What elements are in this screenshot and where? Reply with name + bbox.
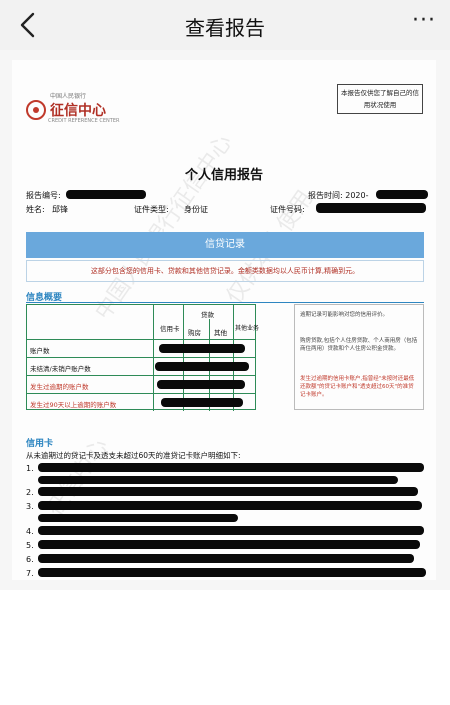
- redacted-value: [157, 380, 245, 389]
- summary-notes: 逾期记录可能影响对您的信用评价。 购房贷款,包括个人住房贷款、个人商用房（包括商…: [294, 304, 424, 410]
- list-item-number: 3.: [26, 502, 34, 511]
- table-divider: [27, 393, 255, 394]
- logo-top-text: 中国人民银行: [50, 93, 87, 100]
- redacted-id-number: [316, 203, 426, 213]
- report-title: 个人信用报告: [184, 168, 263, 183]
- navigation-bar: 查看报告 ···: [0, 0, 450, 50]
- credit-record-band: 信贷记录: [26, 232, 424, 258]
- redacted-account-line: [38, 501, 422, 510]
- table-divider: [27, 375, 255, 376]
- col-header-housing: 购房: [188, 329, 201, 337]
- bottom-blank-area: [0, 590, 450, 705]
- seal-icon: [26, 100, 46, 120]
- table-divider: [183, 305, 184, 411]
- credit-card-heading: 信用卡: [26, 439, 54, 449]
- summary-note: 购房贷款,包括个人住房贷款、个人商用房（包括商住两用）贷款和个人住房公积金贷款。: [300, 338, 418, 352]
- col-header-other-business: 其他业务: [235, 325, 260, 332]
- table-divider: [27, 339, 255, 340]
- table-divider: [233, 305, 234, 411]
- redacted-account-line: [38, 540, 420, 549]
- name-value: 邱锋: [52, 205, 68, 214]
- redacted-report-number: [66, 190, 146, 199]
- report-number-label: 报告编号:: [26, 191, 61, 200]
- list-item-number: 6.: [26, 555, 34, 564]
- list-item-number: 4.: [26, 527, 34, 536]
- credit-report-image[interactable]: 中国人民银行征信中心 仅供本人使用 征信中心 中国人民银行 征信中心 CREDI…: [12, 60, 436, 580]
- table-divider: [27, 357, 255, 358]
- id-type-label: 证件类型:: [134, 205, 169, 214]
- summary-note: 逾期记录可能影响对您的信用评价。: [300, 312, 389, 318]
- redacted-account-line: [38, 463, 424, 472]
- col-header-loan: 贷款: [201, 311, 214, 319]
- redacted-value: [155, 362, 249, 371]
- summary-row-label: 账户数: [30, 347, 50, 355]
- summary-row-label: 未结清/未销户账户数: [30, 365, 91, 373]
- summary-divider: [26, 302, 424, 303]
- list-item-number: 2.: [26, 488, 34, 497]
- usage-notice: 本报告仅供您了解自己的信用状况使用: [337, 84, 423, 114]
- credit-record-note: 这部分包含您的信用卡、贷款和其他信贷记录。金额类数据均以人民币计算,精确到元。: [26, 260, 424, 282]
- summary-note: 发生过逾期的信用卡账户,指曾经"未按时还最低还款额"的贷记卡账户和"透支超过60…: [300, 376, 415, 398]
- redacted-report-time: [376, 190, 428, 199]
- redacted-account-line: [38, 526, 424, 535]
- id-number-label: 证件号码:: [270, 205, 305, 214]
- redacted-account-line: [38, 476, 398, 484]
- col-header-credit-card: 信用卡: [160, 325, 180, 333]
- name-label: 姓名:: [26, 205, 45, 214]
- redacted-account-line: [38, 514, 238, 522]
- list-item-number: 1.: [26, 464, 34, 473]
- logo-subtitle: CREDIT REFERENCE CENTER: [48, 118, 120, 124]
- col-header-other: 其他: [214, 329, 227, 337]
- list-item-number: 5.: [26, 541, 34, 550]
- summary-row-label: 发生过逾期的账户数: [30, 383, 89, 391]
- redacted-account-line: [38, 568, 426, 577]
- table-divider: [153, 305, 154, 411]
- watermark-text: 中国人民银行征信中心: [90, 130, 238, 325]
- credit-center-logo: 中国人民银行 征信中心 CREDIT REFERENCE CENTER: [26, 93, 120, 130]
- report-time-label: 报告时间: 2020-: [308, 191, 369, 200]
- redacted-value: [161, 398, 243, 407]
- redacted-value: [159, 344, 245, 353]
- summary-table: 信用卡 贷款 购房 其他 其他业务 账户数 未结清/未销户账户数 发生过逾期的账…: [26, 304, 260, 411]
- redacted-account-line: [38, 487, 418, 496]
- id-type-value: 身份证: [184, 205, 208, 214]
- credit-card-intro: 从未逾期过的贷记卡及透支未超过60天的准贷记卡账户明细如下:: [26, 451, 241, 460]
- more-options-icon[interactable]: ···: [412, 8, 436, 33]
- summary-row-label: 发生过90天以上逾期的账户数: [30, 401, 117, 409]
- page-title: 查看报告: [185, 16, 265, 40]
- logo-name: 征信中心: [50, 103, 106, 119]
- list-item-number: 7.: [26, 569, 34, 578]
- redacted-account-line: [38, 554, 414, 563]
